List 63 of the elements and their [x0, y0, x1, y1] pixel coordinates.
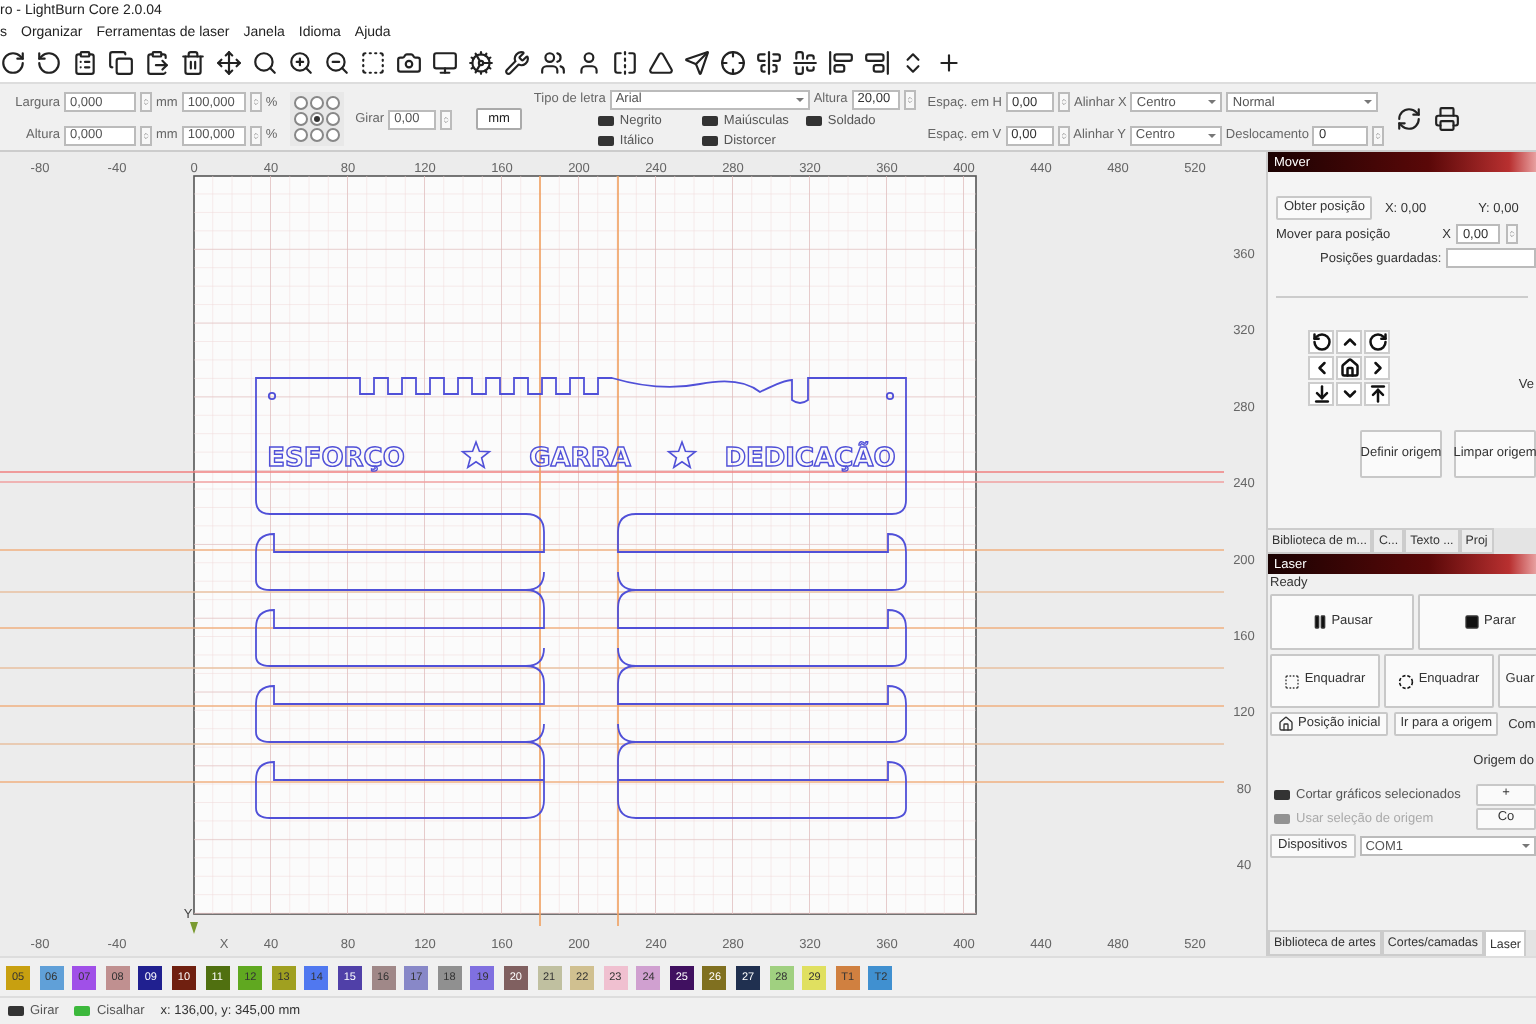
pause-icon	[1311, 614, 1328, 630]
zoom-in-icon[interactable]	[288, 50, 314, 76]
send-icon[interactable]	[684, 50, 710, 76]
paste-icon[interactable]	[144, 50, 170, 76]
stop-icon	[1464, 614, 1481, 630]
user-icon[interactable]	[576, 50, 602, 76]
star-shape[interactable]	[460, 439, 492, 470]
caret-icon	[1208, 100, 1217, 105]
clipboard-icon[interactable]	[72, 50, 98, 76]
zoom-out-icon[interactable]	[324, 50, 350, 76]
saved-positions-field[interactable]	[1445, 248, 1536, 268]
caret-icon	[1521, 844, 1530, 848]
dashed-square-icon[interactable]	[360, 50, 386, 76]
down-icon	[1339, 384, 1359, 404]
flip-icon[interactable]	[612, 50, 638, 76]
origin-marker-icon	[190, 922, 198, 934]
home-icon	[1278, 716, 1294, 732]
undo-icon[interactable]	[36, 50, 62, 76]
rotate-left-icon	[1311, 332, 1331, 352]
trash-icon[interactable]	[180, 50, 206, 76]
plus-icon[interactable]	[936, 50, 962, 76]
work-area[interactable]	[193, 175, 977, 915]
settings-icon[interactable]	[468, 50, 494, 76]
anchor-grid[interactable]	[289, 92, 344, 146]
dashed-square-icon	[1284, 673, 1301, 689]
down-to-line-icon	[1311, 384, 1331, 404]
rotate-right-button[interactable]	[1364, 330, 1390, 354]
up-to-line-icon	[1367, 384, 1387, 404]
star-shape[interactable]	[666, 439, 698, 470]
align-start-icon[interactable]	[828, 50, 854, 76]
up-button[interactable]	[1336, 330, 1362, 354]
caret-icon	[795, 97, 804, 102]
rotate-left-button[interactable]	[1308, 330, 1334, 354]
dashed-circle-icon	[1398, 673, 1415, 689]
camera-icon[interactable]	[396, 50, 422, 76]
caret-icon	[1364, 100, 1373, 105]
caret-icon	[1207, 133, 1216, 138]
wrench-icon[interactable]	[504, 50, 530, 76]
left-button[interactable]	[1308, 356, 1334, 380]
home-icon	[1339, 358, 1359, 378]
printer-icon[interactable]	[1434, 106, 1461, 132]
home-button[interactable]	[1336, 356, 1362, 380]
down-to-line-button[interactable]	[1308, 382, 1334, 406]
align-center-icon[interactable]	[756, 50, 782, 76]
redo-icon[interactable]	[0, 50, 26, 76]
align-middle-icon[interactable]	[792, 50, 818, 76]
up-icon	[1339, 332, 1359, 352]
crosshair-icon[interactable]	[720, 50, 746, 76]
zoom-icon[interactable]	[252, 50, 278, 76]
right-button[interactable]	[1364, 356, 1390, 380]
design-text[interactable]: ESFORÇO	[267, 444, 405, 474]
align-end-icon[interactable]	[864, 50, 890, 76]
design-text[interactable]: DEDICAÇÃO	[724, 444, 896, 474]
down-button[interactable]	[1336, 382, 1362, 406]
copy-icon[interactable]	[108, 50, 134, 76]
plate-drawing[interactable]	[255, 377, 907, 819]
monitor-icon[interactable]	[432, 50, 458, 76]
refresh-icon[interactable]	[1396, 106, 1423, 132]
move-icon[interactable]	[216, 50, 242, 76]
users-icon[interactable]	[540, 50, 566, 76]
triangle-icon[interactable]	[648, 50, 674, 76]
up-to-line-button[interactable]	[1364, 382, 1390, 406]
rotate-right-icon	[1367, 332, 1387, 352]
